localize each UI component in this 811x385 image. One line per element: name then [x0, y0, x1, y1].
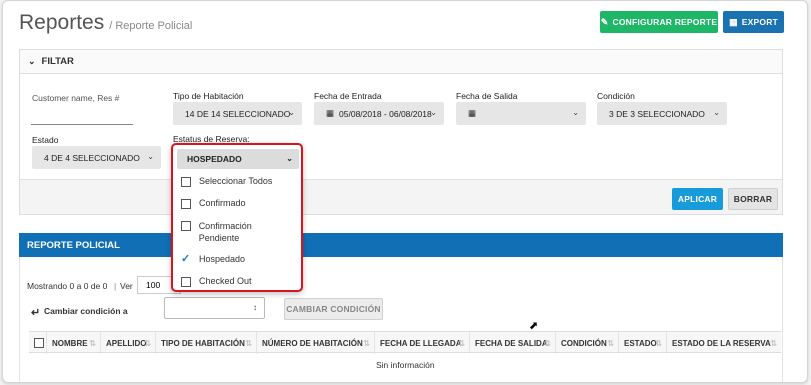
- column-header-apellido[interactable]: APELLIDO ⇅: [101, 332, 156, 354]
- change-condition-select[interactable]: ↕: [164, 297, 265, 319]
- reservation-status-dropdown: HOSPEDADO ⌄ Seleccionar Todos Confirmado…: [171, 143, 303, 292]
- calendar-icon: ▦: [468, 108, 477, 118]
- chevron-down-icon: ⌄: [572, 108, 579, 117]
- column-header-condicion[interactable]: CONDICIÓN ⇅: [556, 332, 619, 354]
- sort-icon: ⇅: [144, 338, 151, 348]
- updown-icon: ↕: [253, 303, 257, 312]
- sort-icon: ⇅: [89, 338, 96, 348]
- page-title-text: Reportes: [19, 11, 105, 34]
- page-title: Reportes / Reporte Policial: [19, 11, 192, 35]
- mouse-cursor-icon: ⬈: [529, 320, 539, 332]
- chevron-down-icon: ⌄: [286, 154, 293, 163]
- customer-search-input[interactable]: [31, 107, 133, 125]
- sort-icon: ⇅: [770, 338, 777, 348]
- chevron-down-icon: ⌄: [713, 108, 720, 117]
- arrow-down-left-icon: ↵: [31, 307, 41, 319]
- room-type-label: Tipo de Habitación: [173, 91, 244, 101]
- report-header: REPORTE POLICIAL: [19, 233, 783, 257]
- column-header-numero-habitacion[interactable]: NÚMERO DE HABITACIÓN ⇅: [257, 332, 375, 354]
- column-header-tipo-habitacion[interactable]: TIPO DE HABITACIÓN ⇅: [156, 332, 257, 354]
- condition-select[interactable]: 3 DE 3 SELECCIONADO ⌄: [597, 102, 727, 125]
- showing-count: Mostrando 0 a 0 de 0: [27, 281, 108, 291]
- chevron-down-icon: ⌄: [288, 108, 295, 117]
- chevron-down-icon: ⌄: [430, 108, 437, 117]
- sort-icon: ⇅: [655, 338, 662, 348]
- filter-footer: [20, 179, 782, 214]
- check-in-date-range[interactable]: ▦ 05/08/2018 - 06/08/2018 ⌄: [314, 102, 444, 125]
- condition-label: Condición: [597, 91, 635, 101]
- option-confirmado[interactable]: Confirmado: [181, 198, 246, 209]
- option-checked-out[interactable]: Checked Out: [181, 276, 252, 287]
- chevron-down-icon: ⌄: [147, 152, 154, 161]
- wrench-icon: ✎: [600, 16, 609, 27]
- configure-report-button[interactable]: ✎ CONFIGURAR REPORTE: [600, 11, 718, 33]
- empty-table-message: Sin información: [376, 360, 435, 370]
- select-all-checkbox[interactable]: [29, 332, 47, 354]
- column-header-estado[interactable]: ESTADO ⇅: [619, 332, 667, 354]
- breadcrumb: / Reporte Policial: [109, 20, 193, 32]
- state-select[interactable]: 4 DE 4 SELECCIONADO ⌄: [32, 146, 161, 169]
- clear-button[interactable]: BORRAR: [728, 188, 778, 210]
- reservation-status-select[interactable]: HOSPEDADO ⌄: [177, 149, 299, 169]
- check-out-date-range[interactable]: ▦ ⌄: [456, 102, 586, 125]
- checkbox[interactable]: [181, 177, 191, 187]
- checkmark-icon: ✓: [181, 253, 191, 265]
- option-hospedado[interactable]: ✓ Hospedado: [181, 253, 245, 265]
- customer-search-placeholder: Customer name, Res #: [32, 93, 120, 103]
- sort-icon: ⇅: [245, 338, 252, 348]
- sort-icon: ⇅: [363, 338, 370, 348]
- filter-panel: ⌄ FILTAR: [19, 49, 783, 215]
- checkbox[interactable]: [181, 277, 191, 287]
- change-condition-label: Cambiar condición a: [44, 306, 128, 316]
- page-size-label: Ver: [120, 281, 133, 291]
- sort-icon: ⇅: [544, 338, 551, 348]
- table-header: NOMBRE ⇅ APELLIDO ⇅ TIPO DE HABITACIÓN ⇅ NÚ…: [29, 331, 781, 354]
- sort-icon: ⇅: [607, 338, 614, 348]
- table-icon: ▦: [729, 16, 738, 27]
- room-type-select[interactable]: 14 DE 14 SELECCIONADO ⌄: [173, 102, 302, 125]
- export-button[interactable]: ▦ EXPORT: [723, 11, 784, 33]
- apply-button[interactable]: APLICAR: [672, 188, 723, 210]
- column-header-estado-reserva[interactable]: ESTADO DE LA RESERVA ⇅: [667, 332, 781, 354]
- checkbox[interactable]: [181, 199, 191, 209]
- separator: |: [114, 281, 117, 291]
- check-in-label: Fecha de Entrada: [314, 91, 382, 101]
- checkbox[interactable]: [181, 221, 191, 231]
- sort-icon: ⇅: [458, 338, 465, 348]
- column-header-fecha-salida[interactable]: FECHA DE SALIDA ⇅: [470, 332, 556, 354]
- option-select-all[interactable]: Seleccionar Todos: [181, 176, 272, 187]
- column-header-fecha-llegada[interactable]: FECHA DE LLEGADA ⇅: [375, 332, 470, 354]
- option-confirmacion-pendiente[interactable]: Confirmación Pendiente: [181, 220, 291, 244]
- filter-header[interactable]: ⌄ FILTAR: [20, 50, 782, 74]
- calendar-icon: ▦: [326, 108, 335, 118]
- app-window: Reportes / Reporte Policial ✎ CONFIGURAR…: [2, 0, 808, 383]
- check-out-label: Fecha de Salida: [456, 91, 518, 101]
- state-label: Estado: [32, 135, 59, 145]
- column-header-nombre[interactable]: NOMBRE ⇅: [47, 332, 101, 354]
- chevron-down-icon: ⌄: [28, 56, 36, 66]
- change-condition-button[interactable]: CAMBIAR CONDICIÓN: [284, 298, 383, 320]
